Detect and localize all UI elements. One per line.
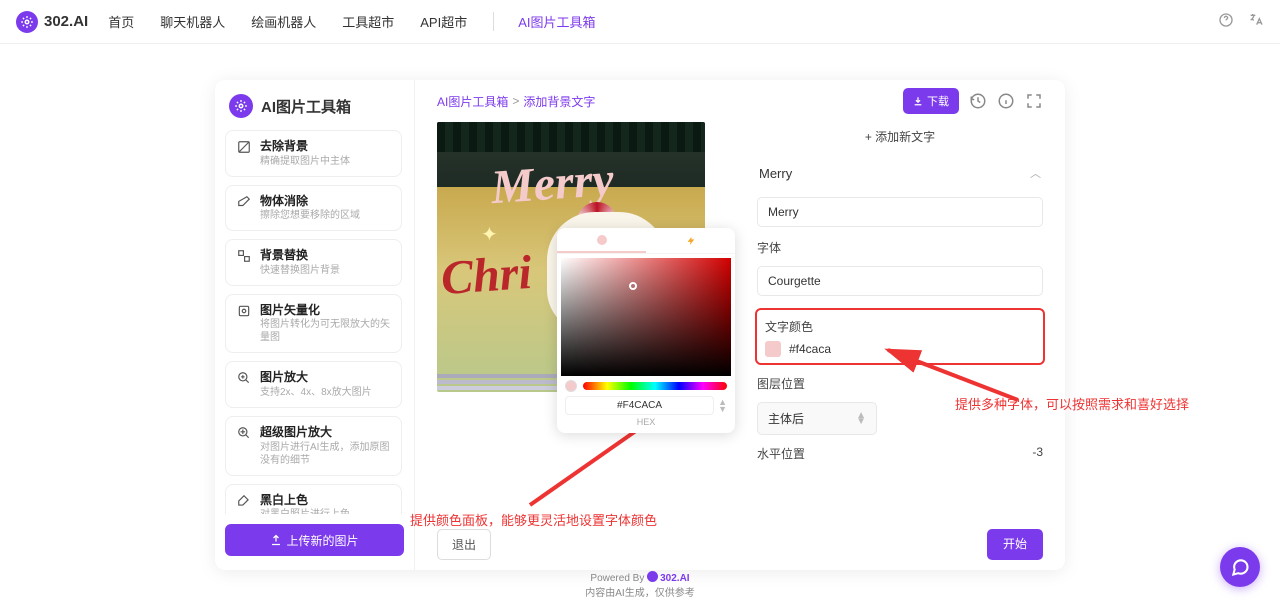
color-saturation-area[interactable] (561, 258, 731, 376)
hex-row: #F4CACA ▲▼ (565, 396, 727, 415)
sidebar-item-vectorize[interactable]: 图片矢量化将图片转化为可无限放大的矢量图 (225, 294, 402, 354)
canvas-decor-star: ✦ (481, 222, 498, 247)
select-stepper-icon: ▲▼ (856, 413, 866, 425)
color-hue-row (565, 380, 727, 392)
hex-stepper[interactable]: ▲▼ (718, 399, 727, 412)
sidebar-item-upscale[interactable]: 图片放大支持2x、4x、8x放大图片 (225, 361, 402, 408)
color-picker-tabs (557, 228, 735, 254)
color-cursor[interactable] (629, 282, 637, 290)
sparkle-zoom-icon (236, 425, 252, 441)
canvas-decor-trees (437, 122, 705, 152)
download-button[interactable]: 下载 (903, 88, 959, 114)
hpos-value: -3 (1032, 445, 1043, 462)
logo-badge-icon (16, 11, 38, 33)
sidebar-title: AI图片工具箱 (225, 94, 404, 118)
chevron-up-icon[interactable]: ︿ (1030, 165, 1041, 181)
color-picker-tab-preset[interactable] (646, 228, 735, 253)
brand-logo[interactable]: 302.AI (16, 11, 88, 33)
canvas-text-chri: Chri (439, 245, 533, 306)
sidebar-list[interactable]: 去除背景精确提取图片中主体 物体消除擦除您想要移除的区域 背景替换快速替换图片背… (225, 130, 404, 514)
paint-icon (236, 493, 252, 509)
canvas-column: Merry ✦ Chri (437, 122, 717, 570)
fullscreen-icon[interactable] (1025, 92, 1043, 110)
font-label: 字体 (757, 239, 1043, 256)
sidebar-item-remove-bg[interactable]: 去除背景精确提取图片中主体 (225, 130, 402, 177)
color-label: 文字颜色 (765, 318, 1035, 335)
color-picker[interactable]: #F4CACA ▲▼ HEX (557, 228, 735, 433)
hue-slider[interactable] (583, 382, 727, 390)
top-bar: 302.AI 首页 聊天机器人 绘画机器人 工具超市 API超市 AI图片工具箱 (0, 0, 1280, 44)
sidebar-logo-icon (229, 94, 253, 118)
nav-tools[interactable]: 工具超市 (342, 12, 394, 31)
bottom-bar: 退出 开始 (437, 529, 1043, 560)
chat-icon (1230, 557, 1250, 577)
remove-bg-icon (236, 139, 252, 155)
color-picker-tab-palette[interactable] (557, 228, 646, 253)
start-button[interactable]: 开始 (987, 529, 1043, 560)
sidebar: AI图片工具箱 去除背景精确提取图片中主体 物体消除擦除您想要移除的区域 背景替… (215, 80, 415, 570)
layer-label: 图层位置 (757, 375, 1043, 392)
properties-panel: + 添加新文字 Merry ︿ Merry 字体 Courgette 文字颜色 … (717, 122, 1043, 570)
top-nav: 首页 聊天机器人 绘画机器人 工具超市 API超市 AI图片工具箱 (108, 12, 595, 31)
current-color-dot (565, 380, 577, 392)
color-value: #f4caca (789, 342, 831, 356)
translate-icon[interactable] (1248, 12, 1264, 31)
add-text-button[interactable]: + 添加新文字 (757, 124, 1043, 149)
footer: Powered By 302.AI 内容由AI生成，仅供参考 (0, 571, 1280, 601)
help-icon[interactable] (1218, 12, 1234, 31)
accordion-header[interactable]: Merry ︿ (757, 159, 1043, 187)
breadcrumb-root[interactable]: AI图片工具箱 (437, 93, 508, 110)
main-panel: AI图片工具箱 去除背景精确提取图片中主体 物体消除擦除您想要移除的区域 背景替… (215, 80, 1065, 570)
sidebar-item-replace-bg[interactable]: 背景替换快速替换图片背景 (225, 239, 402, 286)
replace-bg-icon (236, 248, 252, 264)
breadcrumb-bar: AI图片工具箱 > 添加背景文字 下载 (415, 80, 1065, 122)
text-input[interactable]: Merry (757, 197, 1043, 227)
zoom-in-icon (236, 370, 252, 386)
nav-paint[interactable]: 绘画机器人 (251, 12, 316, 31)
sidebar-item-super-upscale[interactable]: 超级图片放大对图片进行AI生成，添加原图没有的细节 (225, 416, 402, 476)
chat-fab[interactable] (1220, 547, 1260, 587)
hpos-label: 水平位置 (757, 445, 805, 462)
sidebar-item-erase[interactable]: 物体消除擦除您想要移除的区域 (225, 185, 402, 232)
droplet-icon (597, 235, 607, 245)
crumb-actions: 下载 (903, 88, 1043, 114)
main-area: AI图片工具箱 > 添加背景文字 下载 Merry (415, 80, 1065, 570)
layer-select[interactable]: 主体后 ▲▼ (757, 402, 877, 435)
color-swatch[interactable] (765, 341, 781, 357)
accordion-title: Merry (759, 166, 792, 181)
nav-home[interactable]: 首页 (108, 12, 134, 31)
color-highlight-box: 文字颜色 #f4caca (755, 308, 1045, 365)
exit-button[interactable]: 退出 (437, 529, 491, 560)
sidebar-item-colorize[interactable]: 黑白上色对黑白照片进行上色 (225, 484, 402, 514)
nav-image-toolbox[interactable]: AI图片工具箱 (493, 12, 595, 31)
hex-input[interactable]: #F4CACA (565, 396, 714, 415)
hpos-row: 水平位置 -3 (757, 445, 1043, 462)
sidebar-title-text: AI图片工具箱 (261, 96, 351, 117)
nav-chat[interactable]: 聊天机器人 (160, 12, 225, 31)
brand-text: 302.AI (44, 13, 88, 30)
info-icon[interactable] (997, 92, 1015, 110)
hex-label: HEX (557, 417, 735, 433)
topbar-right (1218, 12, 1264, 31)
upload-button[interactable]: 上传新的图片 (225, 524, 404, 556)
history-icon[interactable] (969, 92, 987, 110)
footer-logo-icon (647, 571, 658, 582)
eraser-icon (236, 194, 252, 210)
breadcrumb-current: 添加背景文字 (523, 93, 595, 110)
breadcrumb-sep: > (512, 94, 519, 108)
vector-icon (236, 303, 252, 319)
annotation-font: 提供多种字体，可以按照需求和喜好选择 (955, 394, 1189, 413)
workspace: Merry ✦ Chri (415, 122, 1065, 570)
font-select[interactable]: Courgette (757, 266, 1043, 296)
annotation-color: 提供颜色面板，能够更灵活地设置字体颜色 (410, 510, 657, 529)
nav-api[interactable]: API超市 (420, 12, 467, 31)
